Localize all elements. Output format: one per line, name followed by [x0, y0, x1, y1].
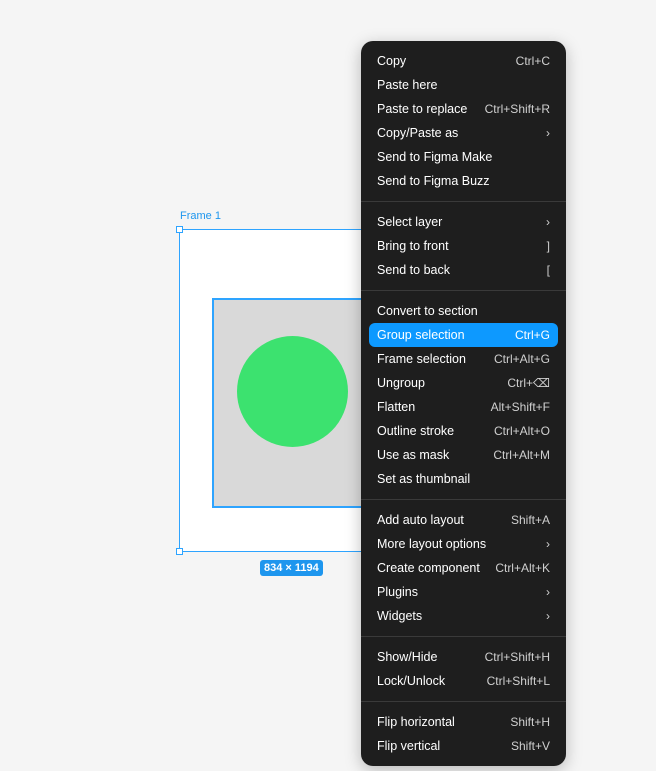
menu-item-add-auto-layout[interactable]: Add auto layout Shift+A: [369, 508, 558, 532]
menu-item-label: Paste here: [377, 78, 438, 92]
menu-item-more-layout-options[interactable]: More layout options ›: [369, 532, 558, 556]
menu-item-flip-horizontal[interactable]: Flip horizontal Shift+H: [369, 710, 558, 734]
menu-item-shortcut: [: [546, 263, 550, 277]
menu-item-shortcut: ]: [546, 239, 550, 253]
menu-item-send-to-figma-buzz[interactable]: Send to Figma Buzz: [369, 169, 558, 193]
menu-item-label: Send to back: [377, 263, 450, 277]
context-menu: Copy Ctrl+C Paste here Paste to replace Ctrl…: [361, 41, 566, 766]
menu-item-label: Flatten: [377, 400, 416, 414]
menu-item-shortcut: Ctrl+Alt+O: [493, 424, 550, 438]
menu-item-label: Flip horizontal: [377, 715, 455, 729]
menu-item-label: Send to Figma Buzz: [377, 174, 490, 188]
menu-item-label: Group selection: [377, 328, 465, 342]
menu-item-shortcut: Alt+Shift+F: [490, 400, 550, 414]
menu-item-label: Outline stroke: [377, 424, 455, 438]
menu-item-copy-paste-as[interactable]: Copy/Paste as ›: [369, 121, 558, 145]
menu-item-use-as-mask[interactable]: Use as mask Ctrl+Alt+M: [369, 443, 558, 467]
resize-handle-bottom-left[interactable]: [176, 548, 183, 555]
menu-item-bring-to-front[interactable]: Bring to front]: [369, 234, 558, 258]
menu-item-frame-selection[interactable]: Frame selection Ctrl+Alt+G: [369, 347, 558, 371]
menu-item-label: Flip vertical: [377, 739, 441, 753]
menu-item-label: Create component: [377, 561, 480, 575]
menu-item-label: Plugins: [377, 585, 418, 599]
menu-item-shortcut: Ctrl+Shift+R: [484, 102, 550, 116]
menu-item-label: Set as thumbnail: [377, 472, 471, 486]
menu-separator: [361, 636, 566, 637]
menu-item-shortcut: Ctrl+Alt+G: [493, 352, 550, 366]
menu-item-flip-vertical[interactable]: Flip vertical Shift+V: [369, 734, 558, 758]
menu-item-label: Copy: [377, 54, 407, 68]
menu-item-lock-unlock[interactable]: Lock/Unlock Ctrl+Shift+L: [369, 669, 558, 693]
chevron-right-icon: ›: [546, 126, 550, 140]
menu-item-label: Show/Hide: [377, 650, 438, 664]
chevron-right-icon: ›: [546, 537, 550, 551]
menu-item-outline-stroke[interactable]: Outline stroke Ctrl+Alt+O: [369, 419, 558, 443]
menu-item-widgets[interactable]: Widgets ›: [369, 604, 558, 628]
menu-item-paste-to-replace[interactable]: Paste to replace Ctrl+Shift+R: [369, 97, 558, 121]
menu-item-label: Send to Figma Make: [377, 150, 493, 164]
menu-item-plugins[interactable]: Plugins ›: [369, 580, 558, 604]
menu-item-shortcut: Shift+V: [510, 739, 550, 753]
menu-item-flatten[interactable]: Flatten Alt+Shift+F: [369, 395, 558, 419]
chevron-right-icon: ›: [546, 609, 550, 623]
menu-item-group-selection[interactable]: Group selection Ctrl+G: [369, 323, 558, 347]
menu-item-shortcut: Ctrl+Shift+L: [486, 674, 550, 688]
menu-item-ungroup[interactable]: Ungroup Ctrl+⌫: [369, 371, 558, 395]
resize-handle-top-left[interactable]: [176, 226, 183, 233]
menu-item-label: Bring to front: [377, 239, 449, 253]
menu-item-shortcut: Shift+H: [510, 715, 550, 729]
menu-item-label: Select layer: [377, 215, 443, 229]
frame-name-label[interactable]: Frame 1: [180, 210, 221, 222]
menu-item-label: Ungroup: [377, 376, 425, 390]
menu-item-convert-to-section[interactable]: Convert to section: [369, 299, 558, 323]
menu-item-label: More layout options: [377, 537, 487, 551]
menu-item-label: Paste to replace: [377, 102, 468, 116]
menu-item-shortcut: Ctrl+Alt+M: [493, 448, 550, 462]
dimensions-badge: 834 × 1194: [260, 560, 323, 576]
menu-separator: [361, 201, 566, 202]
menu-item-create-component[interactable]: Create component Ctrl+Alt+K: [369, 556, 558, 580]
menu-item-show-hide[interactable]: Show/Hide Ctrl+Shift+H: [369, 645, 558, 669]
ellipse-layer[interactable]: [237, 336, 348, 447]
menu-item-label: Convert to section: [377, 304, 478, 318]
menu-item-shortcut: Ctrl+⌫: [507, 376, 550, 390]
menu-separator: [361, 701, 566, 702]
chevron-right-icon: ›: [546, 215, 550, 229]
menu-item-label: Widgets: [377, 609, 423, 623]
menu-item-label: Lock/Unlock: [377, 674, 446, 688]
menu-item-shortcut: Ctrl+Alt+K: [495, 561, 550, 575]
menu-item-shortcut: Ctrl+Shift+H: [484, 650, 550, 664]
menu-item-select-layer[interactable]: Select layer ›: [369, 210, 558, 234]
menu-item-paste-here[interactable]: Paste here: [369, 73, 558, 97]
menu-item-send-to-back[interactable]: Send to back [: [369, 258, 558, 282]
menu-separator: [361, 499, 566, 500]
menu-item-label: Copy/Paste as: [377, 126, 459, 140]
chevron-right-icon: ›: [546, 585, 550, 599]
menu-item-label: Frame selection: [377, 352, 466, 366]
menu-item-label: Add auto layout: [377, 513, 464, 527]
menu-item-shortcut: Shift+A: [510, 513, 550, 527]
menu-item-shortcut: Ctrl+C: [515, 54, 550, 68]
menu-item-label: Use as mask: [377, 448, 450, 462]
menu-item-shortcut: Ctrl+G: [514, 328, 550, 342]
menu-item-copy[interactable]: Copy Ctrl+C: [369, 49, 558, 73]
menu-separator: [361, 290, 566, 291]
menu-item-set-as-thumbnail[interactable]: Set as thumbnail: [369, 467, 558, 491]
menu-item-send-to-figma-make[interactable]: Send to Figma Make: [369, 145, 558, 169]
